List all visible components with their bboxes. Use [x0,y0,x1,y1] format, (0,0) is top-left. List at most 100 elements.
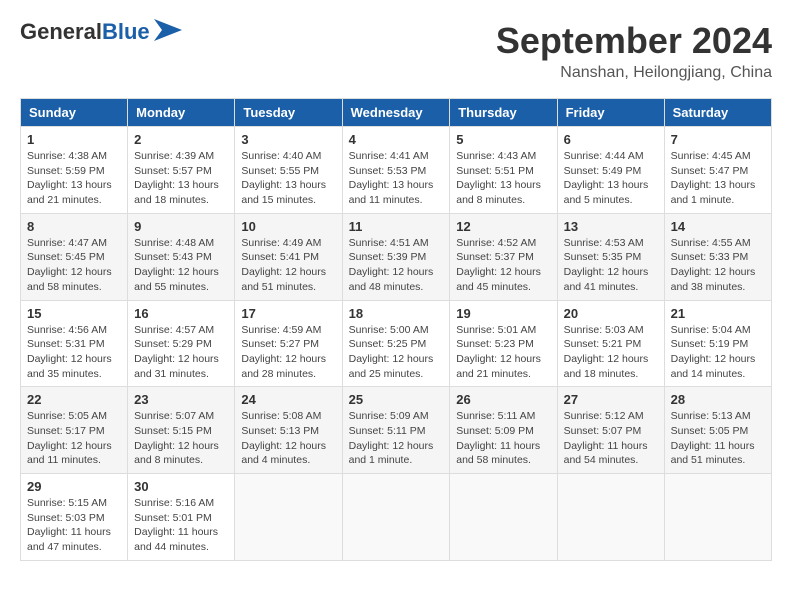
calendar-cell: 4 Sunrise: 4:41 AM Sunset: 5:53 PM Daylig… [342,127,450,214]
day-info: Sunrise: 5:01 AM Sunset: 5:23 PM Dayligh… [456,323,550,382]
title-section: September 2024 Nanshan, Heilongjiang, Ch… [496,20,772,82]
day-number: 19 [456,306,550,321]
weekday-header-thursday: Thursday [450,99,557,127]
calendar-cell [557,474,664,561]
calendar-cell: 17 Sunrise: 4:59 AM Sunset: 5:27 PM Dayli… [235,300,342,387]
day-number: 5 [456,132,550,147]
day-number: 22 [27,392,121,407]
day-info: Sunrise: 4:44 AM Sunset: 5:49 PM Dayligh… [564,149,658,208]
calendar-cell: 7 Sunrise: 4:45 AM Sunset: 5:47 PM Daylig… [664,127,771,214]
day-number: 3 [241,132,335,147]
day-number: 27 [564,392,658,407]
calendar-cell: 13 Sunrise: 4:53 AM Sunset: 5:35 PM Dayli… [557,213,664,300]
calendar-cell: 21 Sunrise: 5:04 AM Sunset: 5:19 PM Dayli… [664,300,771,387]
calendar-cell: 19 Sunrise: 5:01 AM Sunset: 5:23 PM Dayli… [450,300,557,387]
calendar-cell: 24 Sunrise: 5:08 AM Sunset: 5:13 PM Dayli… [235,387,342,474]
weekday-header-row: SundayMondayTuesdayWednesdayThursdayFrid… [21,99,772,127]
week-row-2: 8Sunrise: 4:47 AM Sunset: 5:45 PM Daylig… [21,213,772,300]
day-info: Sunrise: 5:05 AM Sunset: 5:17 PM Dayligh… [27,409,121,468]
week-row-4: 22 Sunrise: 5:05 AM Sunset: 5:17 PM Dayli… [21,387,772,474]
day-number: 23 [134,392,228,407]
calendar-cell: 9 Sunrise: 4:48 AM Sunset: 5:43 PM Daylig… [128,213,235,300]
day-info: Sunrise: 5:13 AM Sunset: 5:05 PM Dayligh… [671,409,765,468]
calendar-cell: 22 Sunrise: 5:05 AM Sunset: 5:17 PM Dayli… [21,387,128,474]
day-info: Sunrise: 4:38 AM Sunset: 5:59 PM Dayligh… [27,149,121,208]
day-number: 13 [564,219,658,234]
day-info: Sunrise: 4:39 AM Sunset: 5:57 PM Dayligh… [134,149,228,208]
calendar: SundayMondayTuesdayWednesdayThursdayFrid… [20,98,772,561]
day-info: Sunrise: 5:11 AM Sunset: 5:09 PM Dayligh… [456,409,550,468]
day-number: 4 [349,132,444,147]
day-info: Sunrise: 4:53 AM Sunset: 5:35 PM Dayligh… [564,236,658,295]
day-number: 18 [349,306,444,321]
day-number: 29 [27,479,121,494]
weekday-header-friday: Friday [557,99,664,127]
logo-arrow-icon [154,19,182,41]
day-number: 26 [456,392,550,407]
day-number: 12 [456,219,550,234]
day-info: Sunrise: 5:12 AM Sunset: 5:07 PM Dayligh… [564,409,658,468]
calendar-cell: 8Sunrise: 4:47 AM Sunset: 5:45 PM Daylig… [21,213,128,300]
day-number: 1 [27,132,121,147]
weekday-header-saturday: Saturday [664,99,771,127]
logo-text: GeneralBlue [20,20,150,44]
calendar-cell: 27 Sunrise: 5:12 AM Sunset: 5:07 PM Dayli… [557,387,664,474]
day-info: Sunrise: 5:16 AM Sunset: 5:01 PM Dayligh… [134,496,228,555]
day-info: Sunrise: 4:45 AM Sunset: 5:47 PM Dayligh… [671,149,765,208]
calendar-cell [450,474,557,561]
week-row-5: 29Sunrise: 5:15 AM Sunset: 5:03 PM Dayli… [21,474,772,561]
calendar-cell: 14Sunrise: 4:55 AM Sunset: 5:33 PM Dayli… [664,213,771,300]
week-row-1: 1 Sunrise: 4:38 AM Sunset: 5:59 PM Daylig… [21,127,772,214]
day-info: Sunrise: 5:09 AM Sunset: 5:11 PM Dayligh… [349,409,444,468]
calendar-cell: 20Sunrise: 5:03 AM Sunset: 5:21 PM Dayli… [557,300,664,387]
weekday-header-monday: Monday [128,99,235,127]
day-number: 24 [241,392,335,407]
calendar-cell: 6 Sunrise: 4:44 AM Sunset: 5:49 PM Daylig… [557,127,664,214]
calendar-cell: 16 Sunrise: 4:57 AM Sunset: 5:29 PM Dayli… [128,300,235,387]
day-number: 25 [349,392,444,407]
calendar-cell: 30Sunrise: 5:16 AM Sunset: 5:01 PM Dayli… [128,474,235,561]
day-info: Sunrise: 4:51 AM Sunset: 5:39 PM Dayligh… [349,236,444,295]
day-info: Sunrise: 5:00 AM Sunset: 5:25 PM Dayligh… [349,323,444,382]
day-number: 20 [564,306,658,321]
calendar-cell: 25 Sunrise: 5:09 AM Sunset: 5:11 PM Dayli… [342,387,450,474]
calendar-cell: 28 Sunrise: 5:13 AM Sunset: 5:05 PM Dayli… [664,387,771,474]
calendar-cell: 2 Sunrise: 4:39 AM Sunset: 5:57 PM Daylig… [128,127,235,214]
calendar-cell: 1 Sunrise: 4:38 AM Sunset: 5:59 PM Daylig… [21,127,128,214]
day-info: Sunrise: 4:56 AM Sunset: 5:31 PM Dayligh… [27,323,121,382]
day-number: 6 [564,132,658,147]
weekday-header-wednesday: Wednesday [342,99,450,127]
day-info: Sunrise: 4:49 AM Sunset: 5:41 PM Dayligh… [241,236,335,295]
calendar-cell: 23Sunrise: 5:07 AM Sunset: 5:15 PM Dayli… [128,387,235,474]
month-title: September 2024 [496,20,772,62]
day-number: 16 [134,306,228,321]
calendar-cell: 15Sunrise: 4:56 AM Sunset: 5:31 PM Dayli… [21,300,128,387]
calendar-cell: 12 Sunrise: 4:52 AM Sunset: 5:37 PM Dayli… [450,213,557,300]
day-number: 28 [671,392,765,407]
weekday-header-tuesday: Tuesday [235,99,342,127]
day-number: 11 [349,219,444,234]
day-info: Sunrise: 5:08 AM Sunset: 5:13 PM Dayligh… [241,409,335,468]
day-info: Sunrise: 4:59 AM Sunset: 5:27 PM Dayligh… [241,323,335,382]
day-number: 2 [134,132,228,147]
day-info: Sunrise: 4:52 AM Sunset: 5:37 PM Dayligh… [456,236,550,295]
calendar-cell: 26 Sunrise: 5:11 AM Sunset: 5:09 PM Dayli… [450,387,557,474]
day-number: 9 [134,219,228,234]
day-info: Sunrise: 4:43 AM Sunset: 5:51 PM Dayligh… [456,149,550,208]
weekday-header-sunday: Sunday [21,99,128,127]
calendar-cell: 3Sunrise: 4:40 AM Sunset: 5:55 PM Daylig… [235,127,342,214]
logo: GeneralBlue [20,20,182,44]
day-info: Sunrise: 4:48 AM Sunset: 5:43 PM Dayligh… [134,236,228,295]
day-number: 17 [241,306,335,321]
location-title: Nanshan, Heilongjiang, China [496,64,772,82]
week-row-3: 15Sunrise: 4:56 AM Sunset: 5:31 PM Dayli… [21,300,772,387]
day-number: 7 [671,132,765,147]
day-info: Sunrise: 5:04 AM Sunset: 5:19 PM Dayligh… [671,323,765,382]
calendar-cell: 10Sunrise: 4:49 AM Sunset: 5:41 PM Dayli… [235,213,342,300]
day-number: 21 [671,306,765,321]
day-info: Sunrise: 4:57 AM Sunset: 5:29 PM Dayligh… [134,323,228,382]
day-info: Sunrise: 4:41 AM Sunset: 5:53 PM Dayligh… [349,149,444,208]
day-info: Sunrise: 4:55 AM Sunset: 5:33 PM Dayligh… [671,236,765,295]
calendar-cell: 18 Sunrise: 5:00 AM Sunset: 5:25 PM Dayli… [342,300,450,387]
calendar-cell: 11 Sunrise: 4:51 AM Sunset: 5:39 PM Dayli… [342,213,450,300]
